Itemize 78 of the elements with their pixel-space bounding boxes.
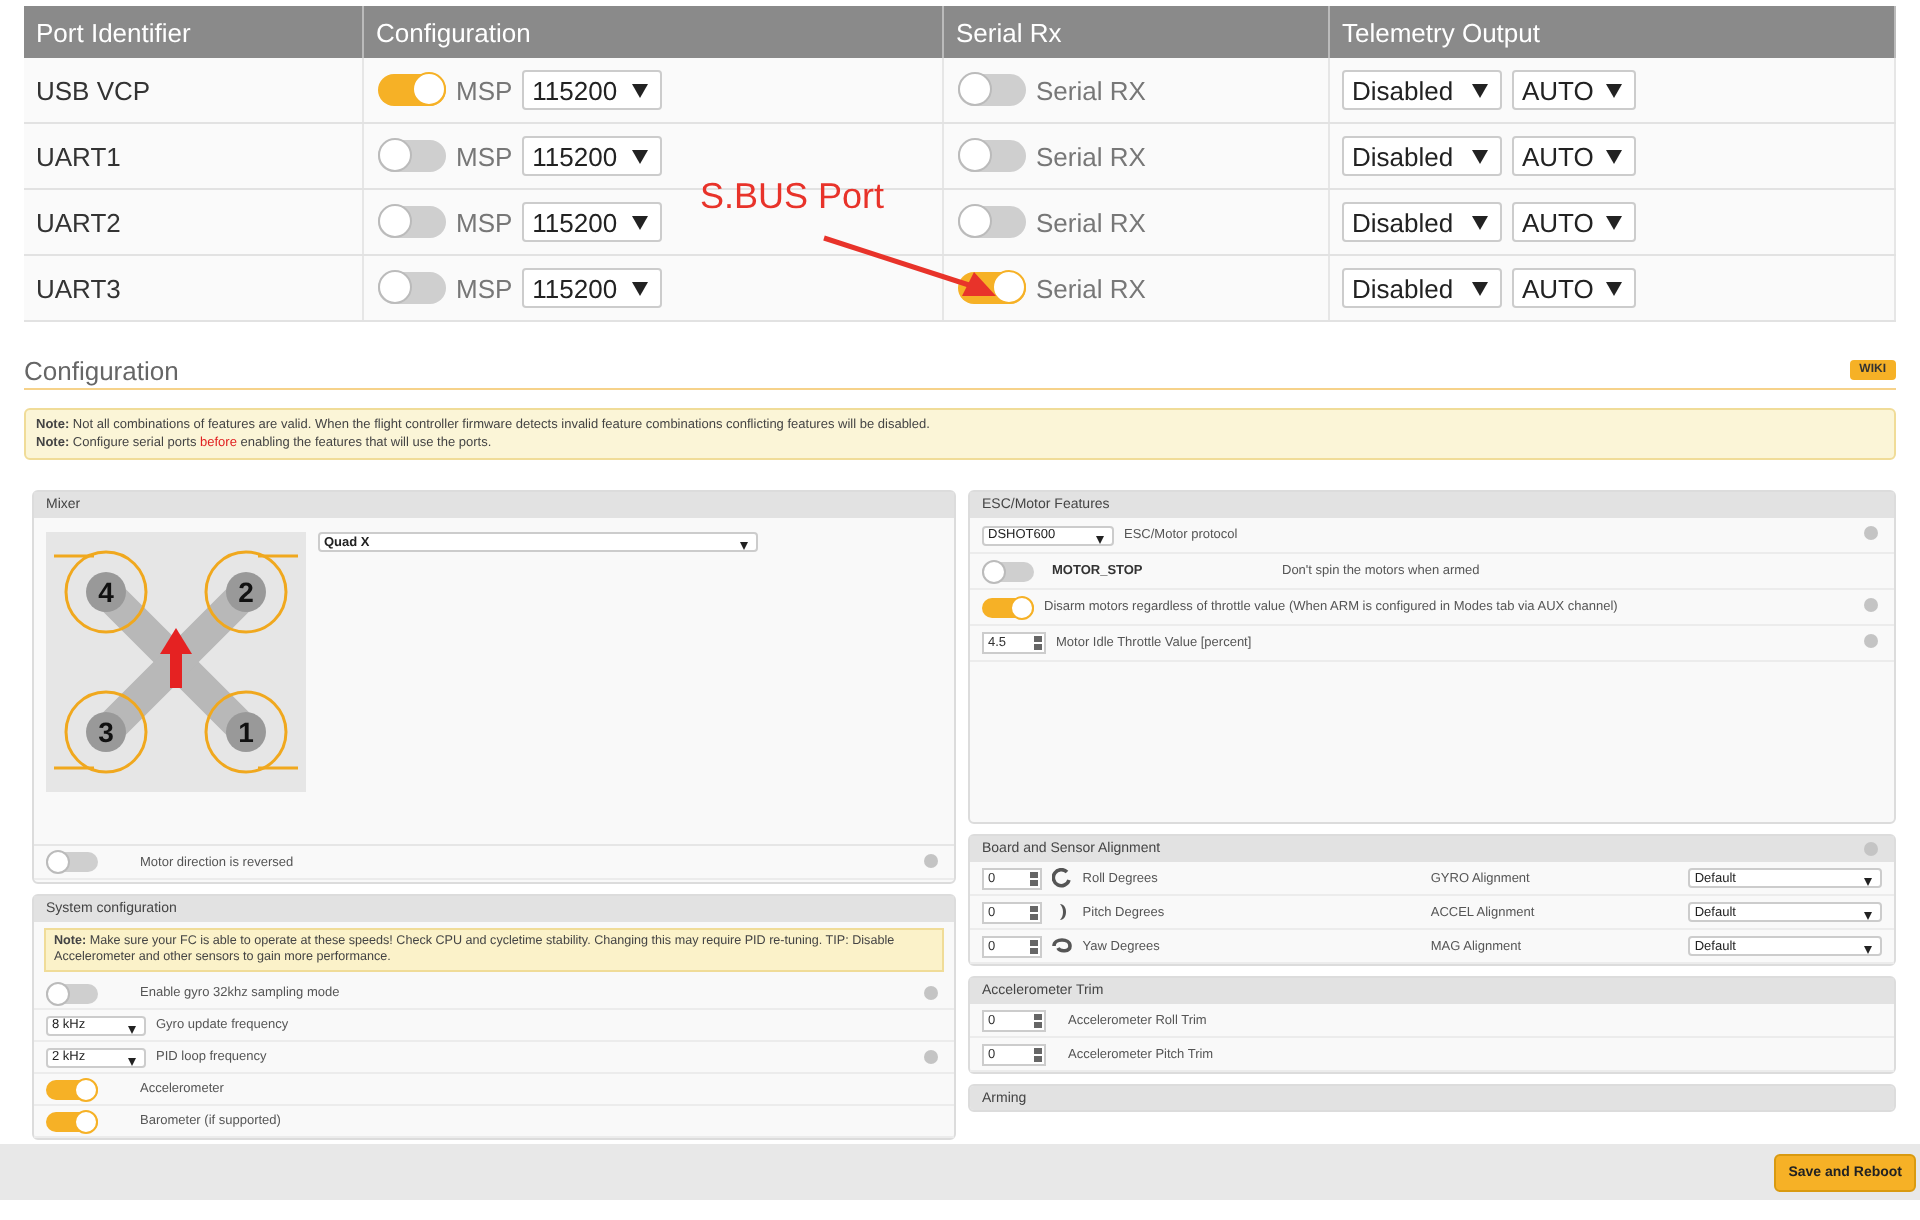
- pitch-icon: [1060, 904, 1067, 920]
- baud-select[interactable]: 115200: [522, 70, 663, 110]
- motor-number: 1: [238, 716, 254, 748]
- caret-icon: [1472, 150, 1488, 164]
- telemetry-baud-select[interactable]: AUTO: [1512, 70, 1636, 110]
- serial-rx-toggle[interactable]: [958, 74, 1026, 106]
- option-toggle[interactable]: [46, 1111, 98, 1131]
- caret-icon: [1864, 878, 1872, 886]
- help-icon[interactable]: [1864, 634, 1878, 648]
- serial-rx-toggle[interactable]: [958, 140, 1026, 172]
- caret-icon: [128, 1025, 136, 1033]
- msp-label: MSP: [456, 207, 513, 237]
- spinner-icon[interactable]: [1034, 1047, 1042, 1061]
- caret-icon: [1606, 282, 1622, 296]
- spinner-icon[interactable]: [1030, 871, 1039, 885]
- help-icon[interactable]: [924, 854, 938, 868]
- telemetry-baud-select[interactable]: AUTO: [1512, 268, 1636, 308]
- caret-icon: [1864, 912, 1872, 920]
- annotation-label: S.BUS Port: [700, 176, 885, 218]
- caret-icon: [1606, 216, 1622, 230]
- serial-rx-toggle[interactable]: [958, 206, 1026, 238]
- serial-rx-label: Serial RX: [1036, 75, 1146, 105]
- port-name: UART1: [36, 141, 121, 171]
- telemetry-select[interactable]: Disabled: [1342, 70, 1502, 110]
- telemetry-select[interactable]: Disabled: [1342, 202, 1502, 242]
- help-icon[interactable]: [1864, 526, 1878, 540]
- msp-label: MSP: [456, 75, 513, 105]
- port-name: USB VCP: [36, 75, 151, 105]
- telemetry-baud-select[interactable]: AUTO: [1512, 136, 1636, 176]
- help-icon[interactable]: [924, 1050, 938, 1064]
- msp-toggle[interactable]: [378, 74, 446, 106]
- telemetry-baud-select[interactable]: AUTO: [1512, 202, 1636, 242]
- caret-icon: [632, 216, 649, 230]
- help-icon[interactable]: [924, 986, 938, 1000]
- spinner-icon[interactable]: [1034, 1013, 1042, 1027]
- telemetry-select[interactable]: Disabled: [1342, 136, 1502, 176]
- baud-select[interactable]: 115200: [522, 136, 663, 176]
- msp-toggle[interactable]: [378, 206, 446, 238]
- caret-icon: [632, 84, 649, 98]
- telemetry-select[interactable]: Disabled: [1342, 268, 1502, 308]
- caret-icon: [1472, 84, 1488, 98]
- caret-icon: [128, 1057, 136, 1065]
- caret-icon: [1472, 282, 1488, 296]
- caret-icon: [1606, 150, 1622, 164]
- msp-toggle[interactable]: [378, 140, 446, 172]
- help-icon[interactable]: [1864, 842, 1878, 856]
- serial-rx-label: Serial RX: [1036, 141, 1146, 171]
- caret-icon: [632, 150, 649, 164]
- caret-icon: [1606, 84, 1622, 98]
- feature-toggle[interactable]: [982, 561, 1034, 581]
- caret-icon: [1472, 216, 1488, 230]
- option-toggle[interactable]: [46, 983, 98, 1003]
- section-title: Configuration: [24, 355, 179, 385]
- roll-icon: [1052, 868, 1072, 888]
- baud-select[interactable]: 115200: [522, 268, 663, 308]
- yaw-icon: [1052, 938, 1073, 953]
- msp-label: MSP: [456, 273, 513, 303]
- msp-label: MSP: [456, 141, 513, 171]
- baud-select[interactable]: 115200: [522, 202, 663, 242]
- msp-toggle[interactable]: [378, 272, 446, 304]
- option-toggle[interactable]: [46, 1079, 98, 1099]
- port-name: UART2: [36, 207, 121, 237]
- help-icon[interactable]: [1864, 598, 1878, 612]
- spinner-icon[interactable]: [1030, 905, 1039, 919]
- caret-icon: [632, 282, 649, 296]
- caret-icon: [1096, 535, 1104, 543]
- spinner-icon[interactable]: [1034, 636, 1042, 650]
- reverse-toggle[interactable]: [46, 852, 98, 872]
- caret-icon: [1864, 946, 1872, 954]
- spinner-icon[interactable]: [1030, 939, 1039, 953]
- option-toggle[interactable]: [982, 597, 1034, 617]
- port-name: UART3: [36, 273, 121, 303]
- serial-rx-label: Serial RX: [1036, 273, 1146, 303]
- motor-number: 2: [238, 576, 254, 608]
- motor-number: 4: [98, 576, 114, 608]
- serial-rx-label: Serial RX: [1036, 207, 1146, 237]
- caret-icon: [740, 542, 748, 550]
- motor-number: 3: [98, 716, 114, 748]
